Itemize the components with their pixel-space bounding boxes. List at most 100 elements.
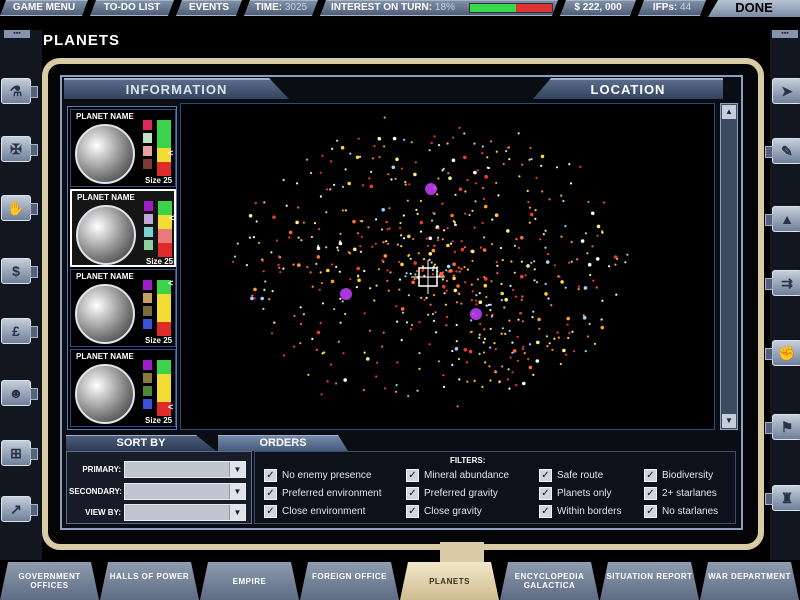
statistics-button[interactable]: ↗: [1, 496, 38, 522]
orders-button[interactable]: ⇉: [765, 270, 800, 296]
star: [429, 303, 432, 306]
location-button[interactable]: ⚑: [765, 414, 800, 440]
star: [591, 245, 594, 248]
population-button[interactable]: ☻: [1, 380, 38, 406]
star: [452, 136, 455, 139]
nav-war-department[interactable]: WAR DEPARTMENT: [700, 562, 799, 600]
checkbox[interactable]: ✓: [264, 469, 277, 482]
star: [445, 289, 448, 292]
nav-planets[interactable]: PLANETS: [400, 562, 499, 600]
view-by-select[interactable]: ▼: [124, 504, 246, 521]
star: [481, 152, 484, 155]
star: [381, 259, 384, 262]
checkbox[interactable]: ✓: [406, 469, 419, 482]
right-sidebar-grip[interactable]: ▪▪▪: [772, 30, 798, 38]
research-button[interactable]: ⚗: [1, 78, 38, 104]
star: [564, 286, 567, 289]
star: [410, 141, 413, 144]
nav-encyclopedia-galactica[interactable]: ENCYCLOPEDIA GALACTICA: [500, 562, 599, 600]
star: [551, 348, 554, 351]
star: [407, 294, 410, 297]
planet-size: Size 25: [145, 336, 173, 345]
star: [245, 264, 248, 267]
colonize-button[interactable]: ✋: [1, 195, 38, 221]
planet-card[interactable]: PLANET NAME < Size 25: [70, 269, 176, 347]
checkbox[interactable]: ✓: [264, 487, 277, 500]
tax-button[interactable]: £: [1, 318, 38, 344]
checkbox[interactable]: ✓: [644, 505, 657, 518]
planet-card[interactable]: PLANET NAME < Size 25: [70, 349, 176, 427]
nav-government-offices[interactable]: GOVERNMENT OFFICES: [0, 562, 99, 600]
star: [425, 296, 428, 299]
network-button[interactable]: ⊞: [1, 440, 38, 466]
nav-foreign-office[interactable]: FOREIGN OFFICE: [300, 562, 399, 600]
map-scrollbar[interactable]: ▲ ▼: [720, 103, 738, 430]
star: [512, 349, 517, 353]
tab-orders[interactable]: ORDERS: [218, 435, 348, 451]
planet-globe: [75, 364, 135, 424]
nav-empire[interactable]: EMPIRE: [200, 562, 299, 600]
filter-label: Close gravity: [424, 506, 482, 517]
checkbox[interactable]: ✓: [264, 505, 277, 518]
done-button[interactable]: DONE: [708, 0, 800, 17]
todo-list-button[interactable]: TO-DO LIST: [90, 0, 174, 16]
secondary-select[interactable]: ▼: [124, 483, 246, 500]
star: [436, 193, 439, 196]
star: [448, 176, 452, 180]
checkbox[interactable]: ✓: [644, 487, 657, 500]
star: [568, 261, 571, 264]
checkbox[interactable]: ✓: [406, 487, 419, 500]
star: [460, 247, 465, 252]
star: [375, 375, 378, 378]
planet-card[interactable]: PLANET NAME < Size 25: [70, 109, 176, 187]
star: [458, 270, 461, 273]
star: [482, 351, 486, 354]
galaxy-map[interactable]: [180, 103, 715, 430]
checkbox[interactable]: ✓: [644, 469, 657, 482]
star: [344, 312, 347, 316]
tab-location[interactable]: LOCATION: [533, 78, 723, 99]
star: [368, 177, 371, 180]
finance-button[interactable]: $: [1, 258, 38, 284]
tab-sort-by[interactable]: SORT BY: [66, 435, 216, 451]
filter-label: Safe route: [557, 470, 604, 481]
interest-label: INTEREST ON TURN:: [331, 2, 433, 13]
crest-button[interactable]: ✠: [1, 136, 38, 162]
nav-situation-report[interactable]: SITUATION REPORT: [600, 562, 699, 600]
left-sidebar-grip[interactable]: ▪▪▪: [4, 30, 30, 38]
star: [571, 330, 574, 333]
star: [307, 373, 310, 376]
star: [437, 236, 440, 239]
star: [232, 260, 235, 263]
scroll-up-button[interactable]: ▲: [722, 105, 736, 119]
scroll-down-button[interactable]: ▼: [722, 414, 736, 428]
bottom-nav: GOVERNMENT OFFICES HALLS OF POWER EMPIRE…: [0, 562, 800, 600]
meter-arrow-icon: <: [168, 148, 174, 158]
star: [407, 395, 410, 398]
star: [456, 284, 460, 288]
victory-button[interactable]: ♜: [765, 485, 800, 511]
star: [485, 314, 488, 317]
build-button[interactable]: ✎: [765, 138, 800, 164]
checkbox[interactable]: ✓: [406, 505, 419, 518]
fleets-button[interactable]: ▲: [765, 206, 800, 232]
checkbox[interactable]: ✓: [539, 487, 552, 500]
ships-button[interactable]: ➤: [772, 78, 800, 104]
star: [381, 208, 385, 212]
star: [506, 229, 510, 233]
star: [377, 268, 380, 271]
nav-halls-of-power[interactable]: HALLS OF POWER: [100, 562, 199, 600]
star: [473, 170, 477, 175]
star: [473, 226, 476, 229]
primary-select[interactable]: ▼: [124, 461, 246, 478]
planet-card[interactable]: PLANET NAME < Size 25: [70, 189, 176, 267]
star: [446, 315, 449, 319]
checkbox[interactable]: ✓: [539, 505, 552, 518]
events-button[interactable]: EVENTS: [176, 0, 242, 16]
frame-connector: [440, 542, 484, 562]
tab-information[interactable]: INFORMATION: [64, 78, 289, 99]
diplomacy-button[interactable]: ✊: [765, 340, 800, 366]
game-menu-button[interactable]: GAME MENU: [0, 0, 88, 16]
star: [470, 283, 473, 286]
checkbox[interactable]: ✓: [539, 469, 552, 482]
